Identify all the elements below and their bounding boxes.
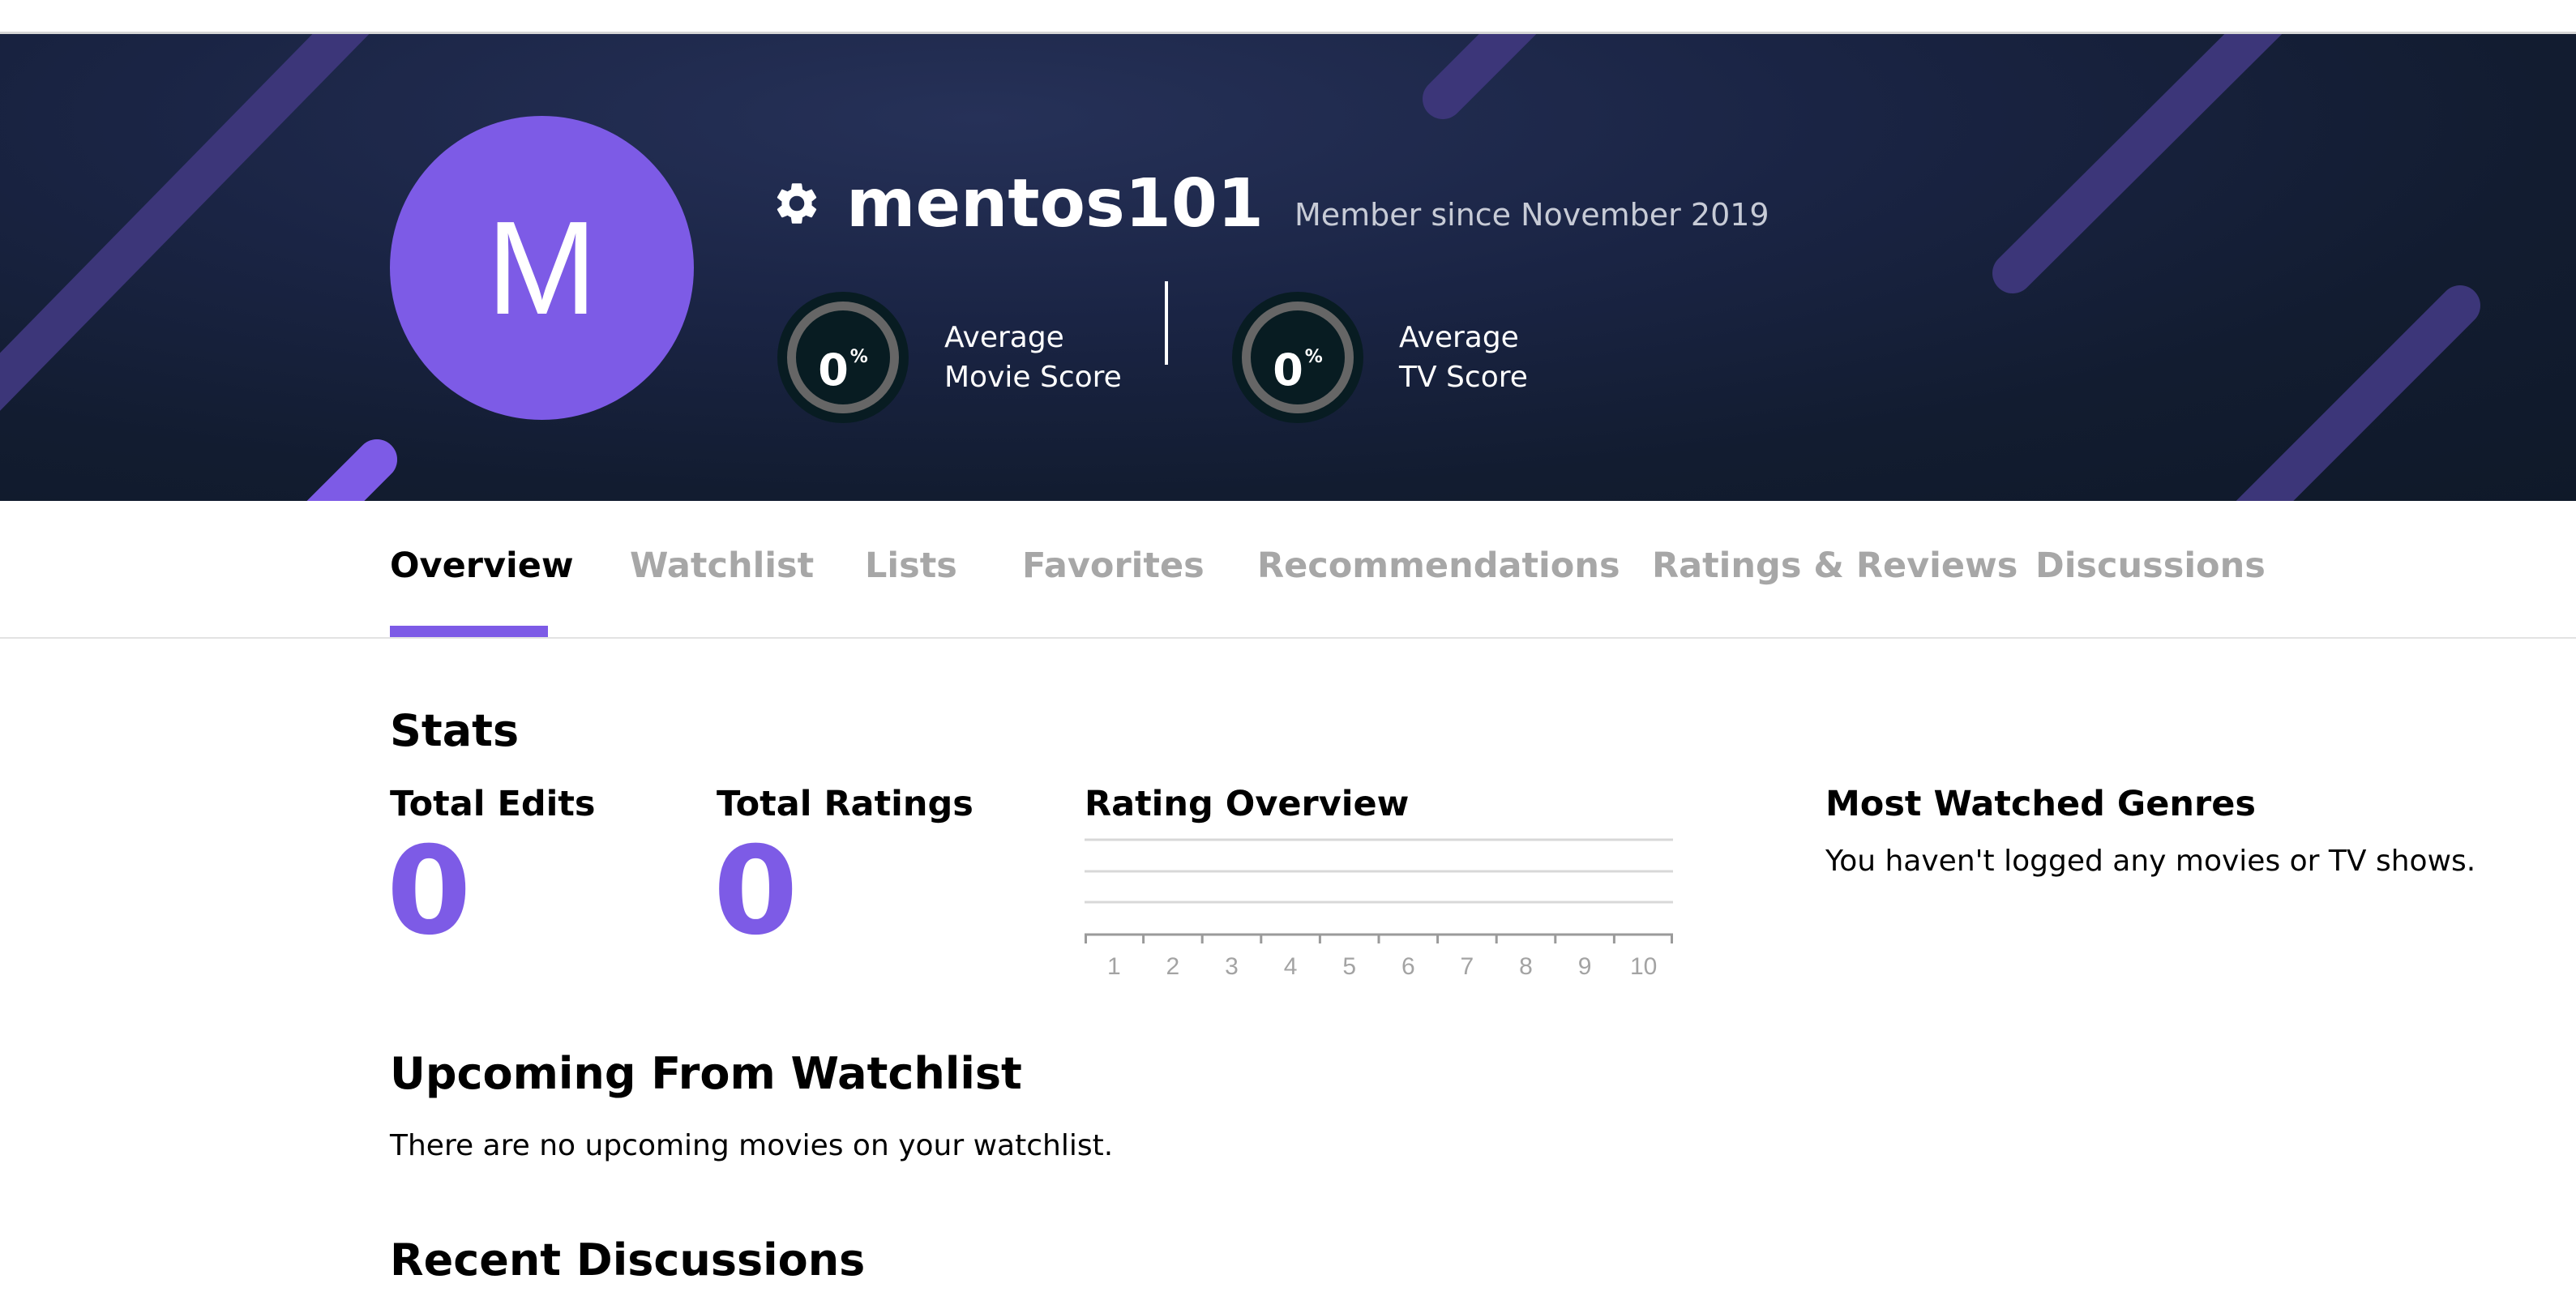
- total-ratings-value: 0: [713, 821, 798, 962]
- avatar[interactable]: M: [390, 116, 694, 420]
- total-edits-value: 0: [387, 821, 472, 962]
- chart-tick-label: 4: [1284, 953, 1298, 980]
- chart-tick-label: 1: [1107, 953, 1121, 980]
- top-strip: [0, 0, 2576, 34]
- name-row: mentos101 Member since November 2019: [772, 156, 1769, 245]
- chart-tick-label: 10: [1630, 953, 1657, 980]
- banner-decoration: [0, 34, 2480, 501]
- rating-overview-label: Rating Overview: [1085, 784, 1410, 824]
- movie-score-label: Average Movie Score: [944, 321, 1122, 394]
- profile-tabs: Overview Watchlist Lists Favorites Recom…: [0, 501, 2576, 639]
- tab-watchlist[interactable]: Watchlist: [630, 541, 814, 590]
- total-ratings-label: Total Ratings: [717, 784, 973, 824]
- movie-score-value: 0%: [818, 344, 868, 396]
- chart-tick-label: 3: [1225, 953, 1239, 980]
- stats-heading: Stats: [390, 705, 520, 756]
- chart-tick-label: 5: [1342, 953, 1356, 980]
- chart-tick-label: 7: [1461, 953, 1474, 980]
- chart-tick-label: 2: [1166, 953, 1180, 980]
- tab-favorites[interactable]: Favorites: [1022, 541, 1205, 590]
- tv-score-ring: 0%: [1232, 292, 1363, 423]
- tab-discussions[interactable]: Discussions: [2035, 541, 2266, 590]
- upcoming-heading: Upcoming From Watchlist: [390, 1048, 1022, 1099]
- movie-score-ring: 0%: [777, 292, 909, 423]
- username: mentos101: [846, 165, 1264, 242]
- tab-overview[interactable]: Overview: [390, 541, 574, 590]
- tv-score-label: Average TV Score: [1399, 321, 1528, 394]
- recent-discussions-heading: Recent Discussions: [390, 1234, 866, 1286]
- chart-tick-label: 9: [1578, 953, 1592, 980]
- gear-icon[interactable]: [772, 178, 822, 229]
- movie-score: 0% Average Movie Score: [777, 292, 1122, 423]
- chart-tick-label: 8: [1519, 953, 1533, 980]
- member-since: Member since November 2019: [1294, 197, 1769, 233]
- score-divider: [1165, 281, 1168, 365]
- profile-page: M mentos101 Member since November 2019 0…: [0, 0, 2576, 1292]
- tv-score: 0% Average TV Score: [1232, 292, 1528, 423]
- rating-overview-chart: 1 2 3 4 5 6 7 8 9 10: [1085, 838, 1673, 980]
- most-watched-empty-text: You haven't logged any movies or TV show…: [1825, 845, 2476, 878]
- tab-recommendations[interactable]: Recommendations: [1257, 541, 1620, 590]
- tab-ratings-reviews[interactable]: Ratings & Reviews: [1652, 541, 2018, 590]
- profile-header: M mentos101 Member since November 2019 0…: [0, 34, 2576, 501]
- active-tab-indicator: [390, 626, 548, 637]
- most-watched-label: Most Watched Genres: [1825, 784, 2256, 824]
- chart-tick-label: 6: [1401, 953, 1415, 980]
- upcoming-empty-text: There are no upcoming movies on your wat…: [390, 1129, 1114, 1162]
- total-edits-label: Total Edits: [390, 784, 596, 824]
- tab-lists[interactable]: Lists: [865, 541, 957, 590]
- tv-score-value: 0%: [1273, 344, 1323, 396]
